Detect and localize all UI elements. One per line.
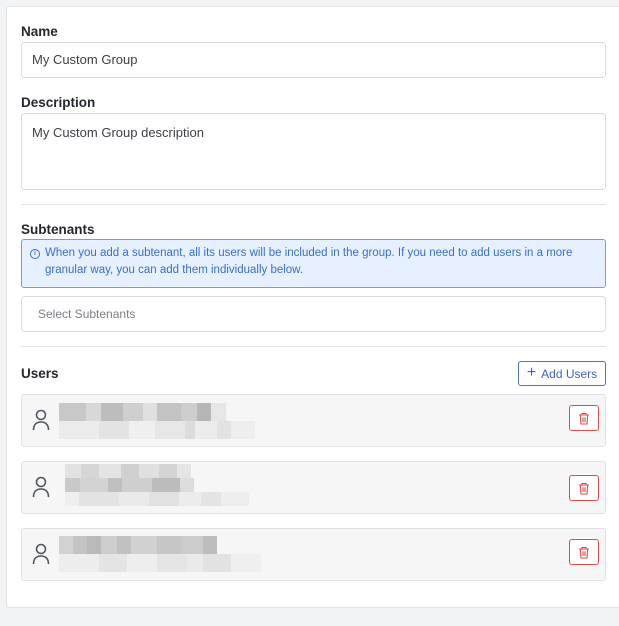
user-icon (32, 543, 50, 565)
user-email-redacted (59, 554, 261, 572)
add-users-button[interactable]: + Add Users (518, 361, 606, 386)
divider (21, 346, 606, 347)
user-email-redacted (59, 421, 255, 439)
user-name-redacted (65, 464, 191, 478)
description-label: Description (21, 95, 96, 110)
user-icon (32, 476, 50, 498)
user-name-redacted (59, 536, 217, 554)
user-icon (32, 409, 50, 431)
trash-icon (579, 482, 589, 495)
user-name-redacted (65, 478, 194, 492)
info-icon: i (30, 249, 40, 259)
subtenants-select[interactable]: Select Subtenants (21, 296, 606, 332)
delete-user-button[interactable] (569, 539, 599, 565)
plus-icon: + (526, 363, 537, 381)
subtenants-info-text: When you add a subtenant, all its users … (45, 247, 573, 276)
subtenants-info-alert: i When you add a subtenant, all its user… (21, 239, 606, 288)
user-row (21, 528, 606, 581)
delete-user-button[interactable] (569, 405, 599, 431)
subtenants-label: Subtenants (21, 222, 95, 237)
name-label: Name (21, 24, 58, 39)
user-name-redacted (59, 403, 226, 421)
description-textarea[interactable]: My Custom Group description (21, 113, 606, 190)
delete-user-button[interactable] (569, 475, 599, 501)
trash-icon (579, 412, 589, 425)
user-row (21, 461, 606, 514)
user-row (21, 394, 606, 447)
name-input[interactable]: My Custom Group (21, 42, 606, 78)
user-email-redacted (65, 492, 249, 506)
divider (21, 204, 606, 205)
group-form-panel: Name My Custom Group Description My Cust… (6, 6, 619, 608)
add-users-label: Add Users (541, 366, 598, 381)
users-label: Users (21, 366, 59, 381)
trash-icon (579, 546, 589, 559)
